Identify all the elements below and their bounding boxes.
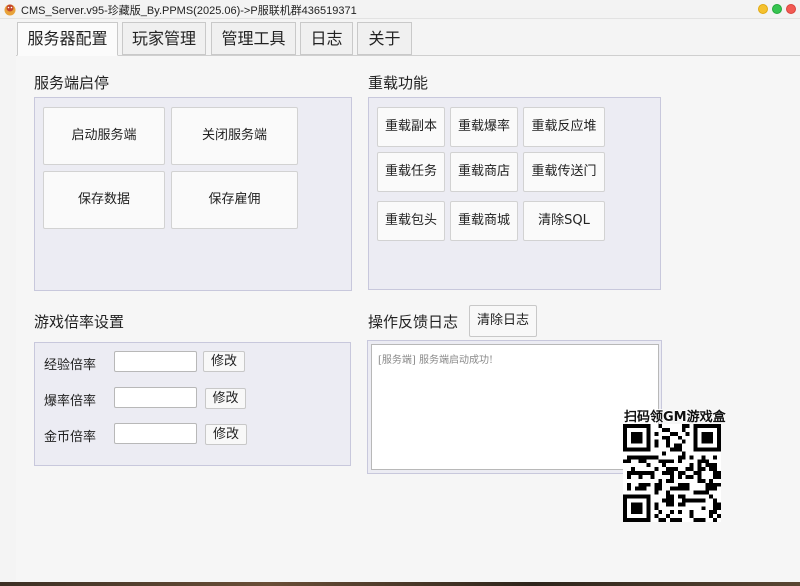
app-icon [4, 4, 16, 16]
reload-dungeon-button[interactable]: 重载副本 [377, 107, 445, 147]
log-textarea[interactable]: [服务端] 服务端启动成功! [371, 344, 659, 470]
window-title: CMS_Server.v95-珍藏版_By.PPMS(2025.06)->P服联… [21, 5, 357, 17]
close-button[interactable] [786, 4, 796, 14]
server-control-title: 服务端启停 [34, 74, 110, 92]
meso-rate-modify-button[interactable]: 修改 [205, 424, 247, 445]
reload-quest-button[interactable]: 重载任务 [377, 152, 445, 192]
tab-player-management[interactable]: 玩家管理 [122, 22, 206, 55]
save-data-button[interactable]: 保存数据 [43, 171, 165, 229]
drop-rate-input[interactable] [114, 387, 197, 408]
reload-cashshop-button[interactable]: 重载商城 [450, 201, 518, 241]
qr-code[interactable] [623, 424, 721, 522]
maximize-button[interactable] [772, 4, 782, 14]
reload-portal-button[interactable]: 重载传送门 [523, 152, 605, 192]
title-bar: CMS_Server.v95-珍藏版_By.PPMS(2025.06)->P服联… [0, 0, 800, 19]
meso-rate-label: 金币倍率 [44, 430, 97, 445]
save-merchant-button[interactable]: 保存雇佣 [171, 171, 298, 229]
background-strip [0, 582, 800, 586]
minimize-button[interactable] [758, 4, 768, 14]
rates-title: 游戏倍率设置 [34, 313, 125, 331]
meso-rate-input[interactable] [114, 423, 197, 444]
tab-server-config[interactable]: 服务器配置 [17, 22, 118, 56]
log-title: 操作反馈日志 [368, 313, 459, 331]
qr-title: 扫码领GM游戏盒 [624, 410, 726, 425]
clear-log-button[interactable]: 清除日志 [469, 305, 537, 337]
drop-rate-label: 爆率倍率 [44, 394, 97, 409]
reload-title: 重载功能 [368, 74, 429, 92]
stop-server-button[interactable]: 关闭服务端 [171, 107, 298, 165]
log-line: [服务端] 服务端启动成功! [378, 355, 493, 366]
reload-shop-button[interactable]: 重载商店 [450, 152, 518, 192]
start-server-button[interactable]: 启动服务端 [43, 107, 165, 165]
reload-droprate-button[interactable]: 重载爆率 [450, 107, 518, 147]
drop-rate-modify-button[interactable]: 修改 [205, 388, 246, 409]
tab-log[interactable]: 日志 [300, 22, 353, 55]
exp-rate-modify-button[interactable]: 修改 [203, 351, 245, 372]
tab-admin-tools[interactable]: 管理工具 [211, 22, 296, 55]
clear-sql-button[interactable]: 清除SQL [523, 201, 605, 241]
reload-packet-header-button[interactable]: 重载包头 [377, 201, 445, 241]
exp-rate-input[interactable] [114, 351, 197, 372]
reload-reactor-button[interactable]: 重载反应堆 [523, 107, 605, 147]
tab-about[interactable]: 关于 [357, 22, 412, 55]
exp-rate-label: 经验倍率 [44, 358, 97, 373]
